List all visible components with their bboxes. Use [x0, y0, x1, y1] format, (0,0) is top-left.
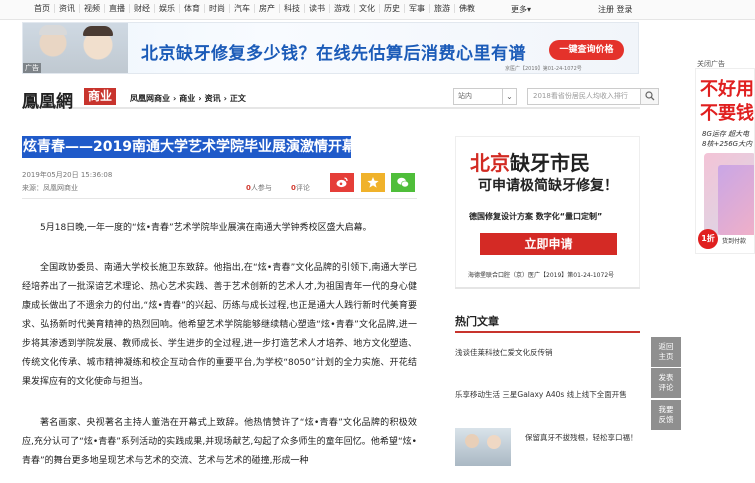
ad-headline: 北京缺牙市民 [470, 147, 590, 176]
nav-link[interactable]: 资讯 [55, 4, 80, 13]
post-comment-button[interactable]: 发表 评论 [651, 368, 681, 398]
hot-article-link[interactable]: 保留真牙不拔残根，轻松享口福！ [525, 430, 643, 445]
float-label: 评论 [658, 383, 674, 392]
nav-link[interactable]: 娱乐 [155, 4, 180, 13]
participants-count[interactable]: 0人参与 [246, 183, 272, 193]
ad-note: 货到付款 [722, 238, 747, 245]
nav-link[interactable]: 文化 [355, 4, 380, 13]
back-home-button[interactable]: 返回 主页 [651, 337, 681, 367]
top-nav-bar: 首页 资讯 视频 直播 财经 娱乐 体育 时尚 汽车 房产 科技 读书 游戏 文化 历史 军事 旅游 佛教 更多▾… [0, 0, 755, 20]
weibo-icon [336, 177, 348, 188]
nav-link[interactable]: 首页 [30, 4, 55, 13]
breadcrumb-separator: › [223, 94, 227, 103]
channel-links: 首页 资讯 视频 直播 财经 娱乐 体育 时尚 汽车 房产 科技 读书 游戏 文化 历史 军事 旅游 佛教 [30, 4, 479, 13]
participants-label: 人参与 [250, 184, 272, 192]
login-register-link[interactable]: 注册 登录 [598, 4, 633, 15]
feedback-button[interactable]: 我要 反馈 [651, 400, 681, 430]
nav-link[interactable]: 历史 [380, 4, 405, 13]
nav-link[interactable]: 军事 [405, 4, 430, 13]
nav-link[interactable]: 游戏 [330, 4, 355, 13]
share-qzone-button[interactable] [361, 173, 385, 192]
comments-label: 评论 [295, 184, 310, 192]
query-price-button[interactable]: 一键查询价格 [549, 40, 624, 60]
ad-line: 不要钱 [700, 103, 754, 124]
hot-article-link[interactable]: 乐享移动生活 三星Galaxy A40s 线上线下全面开售 [455, 387, 645, 402]
ad-tag: 广告 [23, 63, 41, 73]
hot-articles-underline [455, 331, 640, 333]
breadcrumb-separator: › [198, 94, 202, 103]
site-logo[interactable]: 鳳凰網 [22, 87, 73, 112]
nav-link[interactable]: 科技 [280, 4, 305, 13]
comments-count[interactable]: 0评论 [291, 183, 310, 193]
article-paragraph: 全国政协委员、南通大学校长施卫东致辞。他指出,在“炫•青春”文化品牌的引领下,南… [22, 263, 417, 387]
ad-feature-line: 德国修复设计方案 数字化“量口定制” [469, 212, 603, 221]
ad-headline-red: 北京 [470, 151, 510, 175]
right-dental-ad[interactable]: 北京缺牙市民 可申请极简缺牙修复！ 德国修复设计方案 数字化“量口定制” 立即申… [455, 136, 640, 288]
nav-link[interactable]: 佛教 [455, 4, 479, 13]
nav-link[interactable]: 房产 [255, 4, 280, 13]
ad-spec: 8核+256G大内 [702, 140, 753, 148]
channel-logo-tag[interactable]: 商业 [84, 88, 117, 105]
float-label: 主页 [658, 352, 674, 361]
search-scope-select[interactable]: 站内 ⌄ [453, 88, 517, 105]
banner-license: 京医广【2019】第01-24-1072号 [505, 66, 582, 72]
nav-link[interactable]: 读书 [305, 4, 330, 13]
star-icon [367, 177, 379, 188]
breadcrumb-item[interactable]: 商业 [179, 94, 195, 103]
breadcrumb-separator: › [173, 94, 177, 103]
breadcrumb-item: 正文 [229, 94, 246, 103]
breadcrumb-item[interactable]: 资讯 [205, 94, 221, 103]
header-bar: 鳳凰網 商业 凤凰网商业 › 商业 › 资讯 › 正文 站内 ⌄ 2018看省份居民人均收入… [22, 85, 659, 112]
apply-now-button[interactable]: 立即申请 [480, 233, 617, 255]
article-paragraph: 著名画家、央视著名主持人董浩在开幕式上致辞。他热情赞许了“炫•青春”文化品牌的积… [22, 418, 417, 466]
float-label: 返回 [658, 342, 674, 351]
hot-article-thumbnail[interactable] [455, 428, 511, 466]
nav-link[interactable]: 视频 [80, 4, 105, 13]
article-title: 炫青春——2019南通大学艺术学院毕业展演激情开幕 [22, 136, 356, 158]
top-banner-ad[interactable]: 广告 北京缺牙修复多少钱？在线先估算后消费心里有谱 一键查询价格 京医广【201… [22, 22, 639, 74]
nav-link[interactable]: 体育 [180, 4, 205, 13]
hot-article-link[interactable]: 浅谈佳莱科技仁爱文化反传销 [455, 345, 645, 360]
meta-divider [22, 198, 417, 199]
more-menu[interactable]: 更多▾ [511, 4, 531, 15]
article-paragraph: 5月18日晚,一年一度的“炫•青春”艺术学院毕业展演在南通大学钟秀校区盛大启幕。 [40, 223, 372, 233]
float-label: 反馈 [658, 415, 674, 424]
article-source: 来源：凤凰网商业 [22, 184, 78, 192]
breadcrumb: 凤凰网商业 › 商业 › 资讯 › 正文 [130, 93, 246, 104]
hot-articles-heading: 热门文章 [455, 315, 499, 328]
banner-headline: 北京缺牙修复多少钱？在线先估算后消费心里有谱 [141, 44, 526, 64]
share-weibo-button[interactable] [330, 173, 354, 192]
ad-divider [455, 287, 640, 289]
float-label: 发表 [658, 373, 674, 382]
search-icon[interactable] [640, 89, 658, 104]
search-input[interactable]: 2018看省份居民人均收入排行 [527, 88, 659, 105]
ad-line: 不好用 [700, 79, 754, 100]
side-phone-ad[interactable]: 不好用 不要钱 8G运存 超大电 8核+256G大内 1折 货到付款 [695, 68, 755, 254]
ad-spec: 8G运存 超大电 [702, 130, 750, 138]
breadcrumb-item[interactable]: 凤凰网商业 [130, 94, 170, 103]
search-scope-value: 站内 [458, 92, 472, 100]
ad-headline-black: 缺牙市民 [510, 151, 590, 175]
nav-link[interactable]: 财经 [130, 4, 155, 13]
share-wechat-button[interactable] [391, 173, 415, 192]
nav-link[interactable]: 旅游 [430, 4, 455, 13]
publish-date: 2019年05月20日 15:36:08 [22, 171, 113, 179]
discount-badge: 1折 [698, 229, 718, 249]
chevron-down-icon: ⌄ [502, 89, 516, 104]
phone-image [718, 165, 754, 235]
nav-link[interactable]: 时尚 [205, 4, 230, 13]
wechat-icon [397, 177, 409, 188]
ad-subheadline: 可申请极简缺牙修复！ [478, 178, 618, 194]
ad-license: 海德堡联合口腔（京）医广【2019】第01-24-1072号 [468, 272, 615, 279]
nav-link[interactable]: 直播 [105, 4, 130, 13]
nav-link[interactable]: 汽车 [230, 4, 255, 13]
float-label: 我要 [658, 405, 674, 414]
search-placeholder: 2018看省份居民人均收入排行 [533, 92, 628, 100]
